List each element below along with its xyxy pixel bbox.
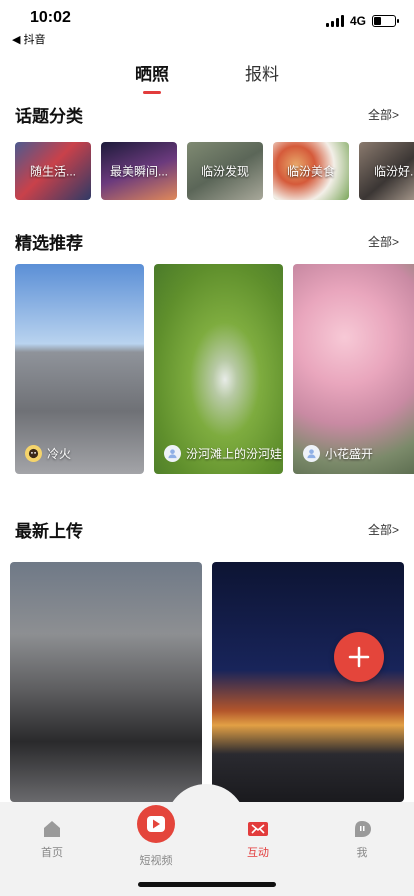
featured-more-link[interactable]: 全部> [368, 233, 399, 250]
status-indicators: 4G [325, 14, 399, 28]
section-title: 话题分类 [15, 107, 83, 126]
topic-label: 最美瞬间... [109, 164, 168, 179]
upload-card[interactable] [10, 562, 202, 802]
author-name: 冷火 [47, 447, 72, 461]
tab-label: 报料 [245, 65, 279, 84]
avatar [25, 445, 42, 462]
battery-icon [372, 15, 399, 27]
network-label: 4G [349, 14, 366, 28]
tab-label: 首页 [41, 847, 63, 859]
topic-label: 临汾发现 [200, 164, 249, 179]
bottom-tab-bar: 首页 短视频 互动 我 [0, 784, 414, 896]
featured-card[interactable]: 冷火 [15, 264, 144, 474]
avatar [164, 445, 181, 462]
profile-icon [355, 821, 371, 837]
featured-card[interactable]: 小花盛开 [293, 264, 414, 474]
upload-card[interactable] [212, 562, 404, 802]
avatar [303, 445, 320, 462]
tab-label: 晒照 [135, 65, 169, 84]
topics-more-link[interactable]: 全部> [368, 106, 399, 123]
play-icon [137, 805, 175, 843]
tab-report[interactable]: 报料 [245, 56, 279, 96]
plus-icon [348, 646, 370, 668]
short-video-button[interactable] [136, 804, 176, 844]
topics-row: 随生活... 最美瞬间... 临汾发现 临汾美食 临汾好... [15, 142, 414, 200]
tab-interact[interactable]: 互动 [228, 820, 288, 860]
author-name: 汾河滩上的汾河娃 [186, 447, 283, 461]
topic-card[interactable]: 临汾美食 [273, 142, 349, 200]
tab-home[interactable]: 首页 [22, 820, 82, 860]
topic-card[interactable]: 临汾发现 [187, 142, 263, 200]
add-post-button[interactable] [334, 632, 384, 682]
status-bar: 10:02 ◀ 抖音 4G [0, 0, 414, 46]
home-icon [44, 821, 60, 837]
tab-me[interactable]: 我 [332, 820, 392, 860]
featured-author: 冷火 [25, 445, 71, 462]
back-triangle-icon: ◀ [12, 33, 21, 46]
featured-row: 冷火 汾河滩上的汾河娃 小花盛开 [15, 264, 414, 474]
tab-label: 短视频 [139, 855, 173, 867]
signal-icon [325, 15, 344, 27]
topic-label: 随生活... [29, 164, 76, 179]
battery-level [374, 17, 381, 25]
uploads-header: 最新上传 全部> [15, 517, 399, 542]
featured-author: 小花盛开 [303, 445, 373, 462]
topic-label: 临汾美食 [286, 164, 335, 179]
tab-short-video[interactable]: 短视频 [126, 805, 186, 868]
interact-icon [248, 822, 268, 836]
uploads-more-link[interactable]: 全部> [368, 521, 399, 538]
back-app-label: 抖音 [23, 34, 46, 46]
topic-label: 临汾好... [373, 164, 414, 179]
top-tabs: 晒照 报料 [0, 56, 414, 96]
topic-card[interactable]: 临汾好... [359, 142, 414, 200]
featured-header: 精选推荐 全部> [15, 229, 399, 254]
topics-header: 话题分类 全部> [15, 102, 399, 127]
tab-share-photo[interactable]: 晒照 [135, 56, 169, 96]
featured-author: 汾河滩上的汾河娃 [164, 445, 282, 462]
tab-label: 我 [356, 847, 368, 859]
home-indicator [138, 882, 276, 887]
uploads-grid [10, 562, 404, 802]
section-title: 最新上传 [15, 522, 83, 541]
topic-card[interactable]: 随生活... [15, 142, 91, 200]
author-name: 小花盛开 [325, 447, 374, 461]
topic-card[interactable]: 最美瞬间... [101, 142, 177, 200]
status-time: 10:02 [30, 9, 71, 26]
section-title: 精选推荐 [15, 234, 83, 253]
featured-card[interactable]: 汾河滩上的汾河娃 [154, 264, 283, 474]
active-tab-indicator [143, 91, 161, 94]
tab-label: 互动 [247, 847, 269, 859]
back-to-app-link[interactable]: ◀ 抖音 [12, 31, 45, 47]
